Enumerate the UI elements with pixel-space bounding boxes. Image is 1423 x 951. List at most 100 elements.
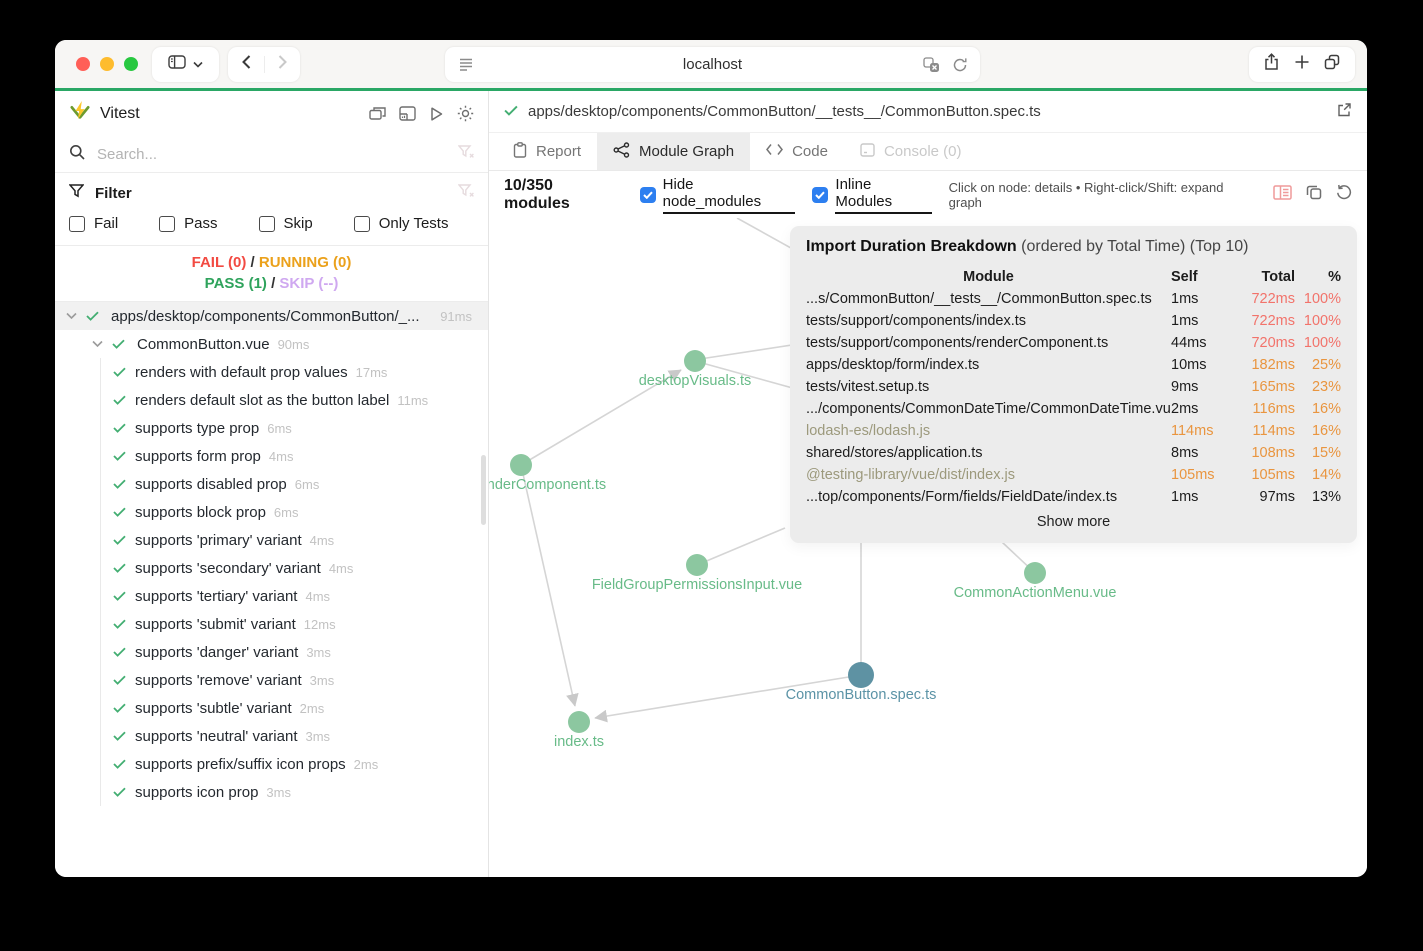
toolbar-right-buttons <box>1249 46 1355 82</box>
breakdown-row[interactable]: ...s/CommonButton/__tests__/CommonButton… <box>806 288 1341 310</box>
back-button[interactable] <box>241 54 252 75</box>
theme-sun-icon[interactable] <box>457 105 474 122</box>
test-row[interactable]: supports 'remove' variant 3ms <box>55 666 488 694</box>
breakdown-row[interactable]: tests/support/components/index.ts 1ms 72… <box>806 310 1341 332</box>
module-graph-canvas[interactable]: desktopVisuals.ts renderComponent.ts Field… <box>489 218 1367 877</box>
percent: 16% <box>1311 401 1341 417</box>
self-time: 44ms <box>1171 335 1207 351</box>
toggle-breakdown-table-icon[interactable] <box>1273 184 1292 205</box>
test-file-row[interactable]: apps/desktop/components/CommonButton/_..… <box>55 302 488 330</box>
checkbox-label: Only Tests <box>378 215 449 232</box>
test-row[interactable]: supports 'secondary' variant 4ms <box>55 554 488 582</box>
test-row[interactable]: supports 'tertiary' variant 4ms <box>55 582 488 610</box>
breakdown-row[interactable]: tests/vitest.setup.ts 9ms 165ms 23% <box>806 376 1341 398</box>
tab-report[interactable]: Report <box>497 133 597 170</box>
self-time: 114ms <box>1171 423 1214 439</box>
self-time: 1ms <box>1171 489 1199 505</box>
tab-code[interactable]: Code <box>750 133 844 170</box>
filter-checkbox[interactable]: Only Tests <box>353 215 449 232</box>
graph-node[interactable] <box>1024 562 1046 584</box>
open-in-editor-icon[interactable] <box>1336 102 1352 122</box>
reload-icon[interactable] <box>952 57 968 77</box>
tab-console[interactable]: Console (0) <box>844 133 978 170</box>
test-time: 4ms <box>328 560 354 576</box>
show-more-button[interactable]: Show more <box>806 514 1341 530</box>
inline-modules-checkbox[interactable]: Inline Modules <box>812 176 932 214</box>
percent: 16% <box>1311 423 1341 439</box>
graph-node-label: FieldGroupPermissionsInput.vue <box>591 577 803 593</box>
test-suite-row[interactable]: CommonButton.vue 90ms <box>55 330 488 358</box>
checkbox-checked[interactable] <box>812 186 829 203</box>
breakdown-row[interactable]: .../components/CommonDateTime/CommonDate… <box>806 398 1341 420</box>
breakdown-row[interactable]: apps/desktop/form/index.ts 10ms 182ms 25… <box>806 354 1341 376</box>
checkbox-unchecked[interactable] <box>258 215 275 232</box>
dashboard-icon[interactable] <box>399 106 416 121</box>
zoom-window-button[interactable] <box>124 57 138 71</box>
chevron-down-icon[interactable] <box>92 340 103 348</box>
nav-divider <box>264 55 265 73</box>
breakdown-row[interactable]: tests/support/components/renderComponent… <box>806 332 1341 354</box>
address-bar[interactable]: localhost <box>445 46 980 82</box>
self-time: 1ms <box>1171 291 1199 307</box>
module-name: ...top/components/Form/fields/FieldDate/… <box>806 489 1118 505</box>
translate-icon[interactable] <box>923 56 940 77</box>
reset-graph-icon[interactable] <box>1336 184 1352 205</box>
filter-checkbox[interactable]: Fail <box>69 215 118 232</box>
test-row[interactable]: supports 'submit' variant 12ms <box>55 610 488 638</box>
test-row[interactable]: supports disabled prop 6ms <box>55 470 488 498</box>
tab-overview-icon[interactable] <box>1323 53 1341 76</box>
filter-checkbox[interactable]: Pass <box>159 215 218 232</box>
pass-check-icon <box>113 591 126 601</box>
test-row[interactable]: supports type prop 6ms <box>55 414 488 442</box>
browser-window: localhost Vitest Search... Filter Fail P… <box>55 40 1367 877</box>
tab-label: Code <box>792 143 828 160</box>
pass-check-icon <box>504 103 518 120</box>
checkbox-unchecked[interactable] <box>159 215 176 232</box>
self-time: 105ms <box>1171 467 1215 483</box>
test-row[interactable]: renders with default prop values 17ms <box>55 358 488 386</box>
breakdown-row[interactable]: shared/stores/application.ts 8ms 108ms 1… <box>806 442 1341 464</box>
graph-node[interactable] <box>568 711 590 733</box>
test-row[interactable]: supports 'neutral' variant 3ms <box>55 722 488 750</box>
test-row[interactable]: supports form prop 4ms <box>55 442 488 470</box>
graph-node[interactable] <box>848 662 874 688</box>
hide-node-modules-checkbox[interactable]: Hide node_modules <box>639 176 796 214</box>
test-row[interactable]: supports icon prop 3ms <box>55 778 488 806</box>
windows-stack-icon[interactable] <box>369 106 386 121</box>
test-row[interactable]: supports 'primary' variant 4ms <box>55 526 488 554</box>
breakdown-row[interactable]: @testing-library/vue/dist/index.js 105ms… <box>806 464 1341 486</box>
test-name: supports 'secondary' variant <box>135 559 321 577</box>
test-row[interactable]: renders default slot as the button label… <box>55 386 488 414</box>
minimize-window-button[interactable] <box>100 57 114 71</box>
forward-button[interactable] <box>277 54 288 75</box>
checkbox-unchecked[interactable] <box>69 215 85 232</box>
percent: 100% <box>1303 291 1341 307</box>
graph-node[interactable] <box>684 350 706 372</box>
search-input[interactable] <box>95 144 448 164</box>
new-tab-icon[interactable] <box>1294 54 1310 75</box>
test-row[interactable]: supports 'danger' variant 3ms <box>55 638 488 666</box>
chevron-down-icon[interactable] <box>66 312 77 320</box>
tab-module-graph[interactable]: Module Graph <box>597 133 751 170</box>
sidebar-toggle-button[interactable] <box>152 46 219 82</box>
sidebar-scrollbar[interactable] <box>481 455 486 525</box>
breakdown-row[interactable]: ...top/components/Form/fields/FieldDate/… <box>806 486 1341 508</box>
share-icon[interactable] <box>1263 52 1280 76</box>
close-window-button[interactable] <box>76 57 90 71</box>
run-all-icon[interactable] <box>429 106 444 122</box>
checkbox-unchecked[interactable] <box>353 215 370 232</box>
checkbox-label: Fail <box>94 215 119 232</box>
checkbox-checked[interactable] <box>639 186 656 203</box>
test-row[interactable]: supports block prop 6ms <box>55 498 488 526</box>
test-time: 6ms <box>273 504 299 520</box>
test-row[interactable]: supports 'subtle' variant 2ms <box>55 694 488 722</box>
breakdown-row[interactable]: lodash-es/lodash.js 114ms 114ms 16% <box>806 420 1341 442</box>
clear-search-filter-icon[interactable] <box>457 144 474 164</box>
clear-filter-icon[interactable] <box>457 184 474 202</box>
filter-checkbox[interactable]: Skip <box>258 215 313 232</box>
test-row[interactable]: supports prefix/suffix icon props 2ms <box>55 750 488 778</box>
graph-node[interactable] <box>686 554 708 576</box>
graph-node[interactable] <box>510 454 532 476</box>
pass-check-icon <box>113 507 126 517</box>
copy-graph-icon[interactable] <box>1306 184 1322 205</box>
